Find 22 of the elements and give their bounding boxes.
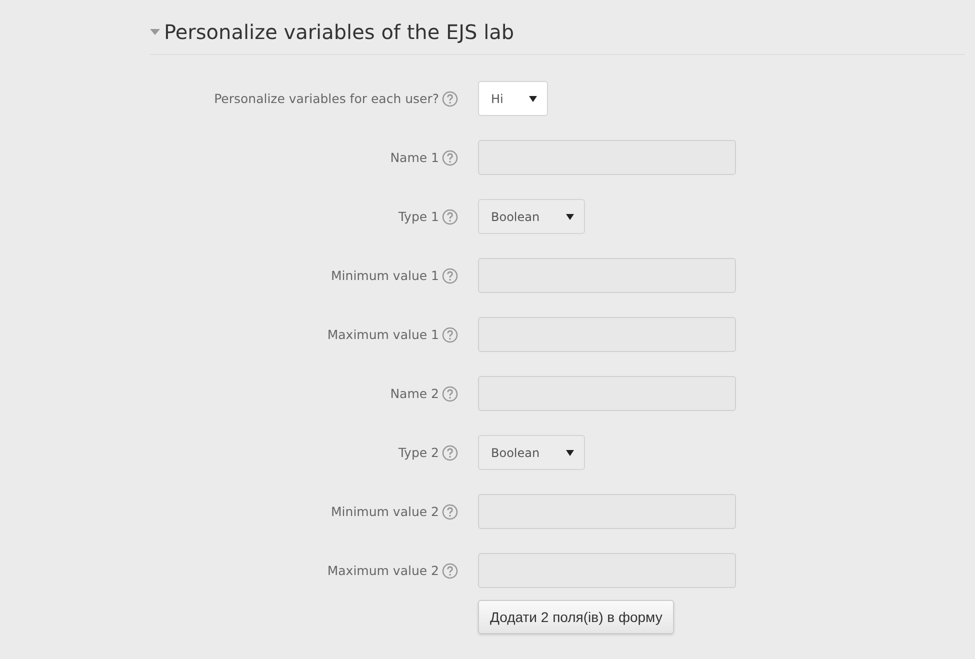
field-label: Maximum value 2 bbox=[327, 563, 439, 578]
field-label: Name 1 bbox=[390, 150, 439, 165]
help-icon[interactable] bbox=[442, 268, 458, 284]
field-label: Minimum value 1 bbox=[331, 268, 439, 283]
help-icon[interactable] bbox=[442, 504, 458, 520]
field-label: Maximum value 1 bbox=[327, 327, 439, 342]
field-label: Type 1 bbox=[398, 209, 439, 224]
help-icon[interactable] bbox=[442, 386, 458, 402]
help-icon[interactable] bbox=[442, 326, 458, 342]
dropdown[interactable]: Hi bbox=[478, 81, 548, 116]
field-label: Name 2 bbox=[390, 386, 439, 401]
help-icon[interactable] bbox=[442, 150, 458, 166]
section-title[interactable]: Personalize variables of the EJS lab bbox=[164, 20, 514, 44]
help-icon[interactable] bbox=[442, 208, 458, 224]
help-icon[interactable] bbox=[442, 90, 458, 106]
collapse-caret-icon[interactable] bbox=[150, 29, 160, 35]
field-label: Personalize variables for each user? bbox=[214, 91, 439, 106]
help-icon[interactable] bbox=[442, 444, 458, 460]
help-icon[interactable] bbox=[442, 562, 458, 578]
field-label: Type 2 bbox=[398, 445, 439, 460]
add-fields-button[interactable]: Додати 2 поля(ів) в форму bbox=[478, 600, 674, 634]
field-label: Minimum value 2 bbox=[331, 504, 439, 519]
